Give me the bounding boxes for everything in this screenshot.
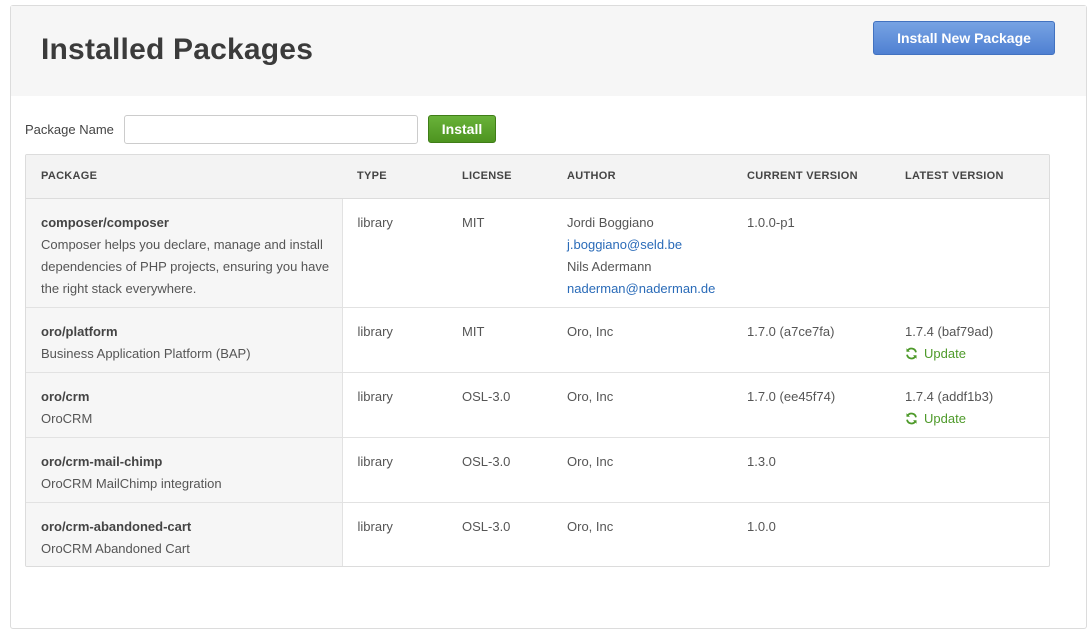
type-cell: library bbox=[342, 307, 447, 373]
author-cell: Oro, Inc bbox=[552, 372, 732, 438]
author-cell: Oro, Inc bbox=[552, 437, 732, 503]
license-cell: MIT bbox=[447, 198, 552, 308]
table-header-row: PACKAGE TYPE LICENSE AUTHOR CURRENT VERS… bbox=[26, 155, 1049, 199]
current-version-cell: 1.3.0 bbox=[732, 437, 890, 503]
package-name-label: Package Name bbox=[25, 122, 114, 137]
package-cell: oro/platform Business Application Platfo… bbox=[26, 307, 343, 373]
install-new-package-button[interactable]: Install New Package bbox=[873, 21, 1055, 55]
refresh-icon bbox=[906, 347, 917, 360]
type-cell: library bbox=[342, 198, 447, 308]
author-cell: Jordi Boggiano j.boggiano@seld.be Nils A… bbox=[552, 198, 732, 308]
package-name: oro/crm-mail-chimp bbox=[41, 453, 163, 469]
license-cell: OSL-3.0 bbox=[447, 372, 552, 438]
current-version-cell: 1.7.0 (ee45f74) bbox=[732, 372, 890, 438]
type-cell: library bbox=[342, 372, 447, 438]
column-header-package: PACKAGE bbox=[26, 155, 342, 199]
package-name: oro/crm-abandoned-cart bbox=[41, 518, 192, 534]
type-cell: library bbox=[357, 518, 393, 534]
latest-version-cell bbox=[890, 198, 1049, 308]
package-cell: oro/crm-abandoned-cart OroCRM Abandoned … bbox=[26, 502, 343, 566]
install-button[interactable]: Install bbox=[428, 115, 496, 143]
table-row: composer/composer Composer helps you dec… bbox=[26, 198, 1049, 308]
table-row: oro/crm-mail-chimp OroCRM MailChimp inte… bbox=[26, 437, 1049, 503]
package-description: Composer helps you declare, manage and i… bbox=[41, 236, 330, 296]
update-label: Update bbox=[924, 410, 966, 426]
type-cell: library bbox=[342, 437, 447, 503]
current-version-cell: 1.0.0-p1 bbox=[732, 198, 890, 308]
author-email-link[interactable]: naderman@naderman.de bbox=[567, 278, 732, 300]
column-header-type: TYPE bbox=[342, 155, 447, 199]
package-cell: oro/crm-mail-chimp OroCRM MailChimp inte… bbox=[26, 437, 343, 503]
column-header-license: LICENSE bbox=[447, 155, 552, 199]
author-name: Jordi Boggiano bbox=[567, 214, 654, 230]
license-cell: OSL-3.0 bbox=[447, 437, 552, 503]
package-description: OroCRM MailChimp integration bbox=[41, 475, 222, 491]
column-header-latest-version: LATEST VERSION bbox=[890, 155, 1049, 199]
latest-version-cell: 1.7.4 (baf79ad) Update bbox=[890, 307, 1049, 373]
current-version-cell: 1.7.0 (a7ce7fa) bbox=[732, 307, 890, 373]
package-description: Business Application Platform (BAP) bbox=[41, 345, 251, 361]
column-header-current-version: CURRENT VERSION bbox=[732, 155, 890, 199]
author-email-link[interactable]: j.boggiano@seld.be bbox=[567, 234, 732, 256]
latest-version: 1.7.4 (baf79ad) bbox=[905, 323, 994, 339]
latest-version-cell: 1.7.4 (addf1b3) Update bbox=[890, 372, 1049, 438]
page-title: Installed Packages bbox=[41, 33, 314, 66]
package-description: OroCRM bbox=[41, 410, 93, 426]
latest-version-cell bbox=[890, 437, 1049, 503]
update-label: Update bbox=[924, 345, 966, 361]
package-name: oro/crm bbox=[41, 388, 90, 404]
package-description: OroCRM Abandoned Cart bbox=[41, 540, 190, 556]
author-cell: Oro, Inc bbox=[567, 518, 614, 534]
package-name: oro/platform bbox=[41, 323, 118, 339]
license-cell: MIT bbox=[447, 307, 552, 373]
author-cell: Oro, Inc bbox=[552, 307, 732, 373]
table-row: oro/crm OroCRM library OSL-3.0 Oro, Inc … bbox=[26, 372, 1049, 438]
package-name: composer/composer bbox=[41, 214, 169, 230]
panel-header: Installed Packages Install New Package bbox=[11, 6, 1086, 96]
column-header-author: AUTHOR bbox=[552, 155, 732, 199]
package-name-input[interactable] bbox=[124, 115, 418, 144]
latest-version-cell bbox=[890, 502, 1049, 566]
refresh-icon bbox=[906, 412, 917, 425]
table-row: oro/platform Business Application Platfo… bbox=[26, 307, 1049, 373]
license-cell: OSL-3.0 bbox=[462, 518, 511, 534]
packages-table: PACKAGE TYPE LICENSE AUTHOR CURRENT VERS… bbox=[25, 154, 1050, 567]
update-link[interactable]: Update bbox=[905, 408, 966, 430]
table-row: oro/crm-abandoned-cart OroCRM Abandoned … bbox=[26, 502, 1049, 566]
latest-version: 1.7.4 (addf1b3) bbox=[905, 388, 994, 404]
update-link[interactable]: Update bbox=[905, 343, 966, 365]
author-name: Nils Adermann bbox=[567, 258, 652, 274]
current-version-cell: 1.0.0 bbox=[747, 518, 776, 534]
package-cell: composer/composer Composer helps you dec… bbox=[26, 198, 343, 308]
package-cell: oro/crm OroCRM bbox=[26, 372, 343, 438]
